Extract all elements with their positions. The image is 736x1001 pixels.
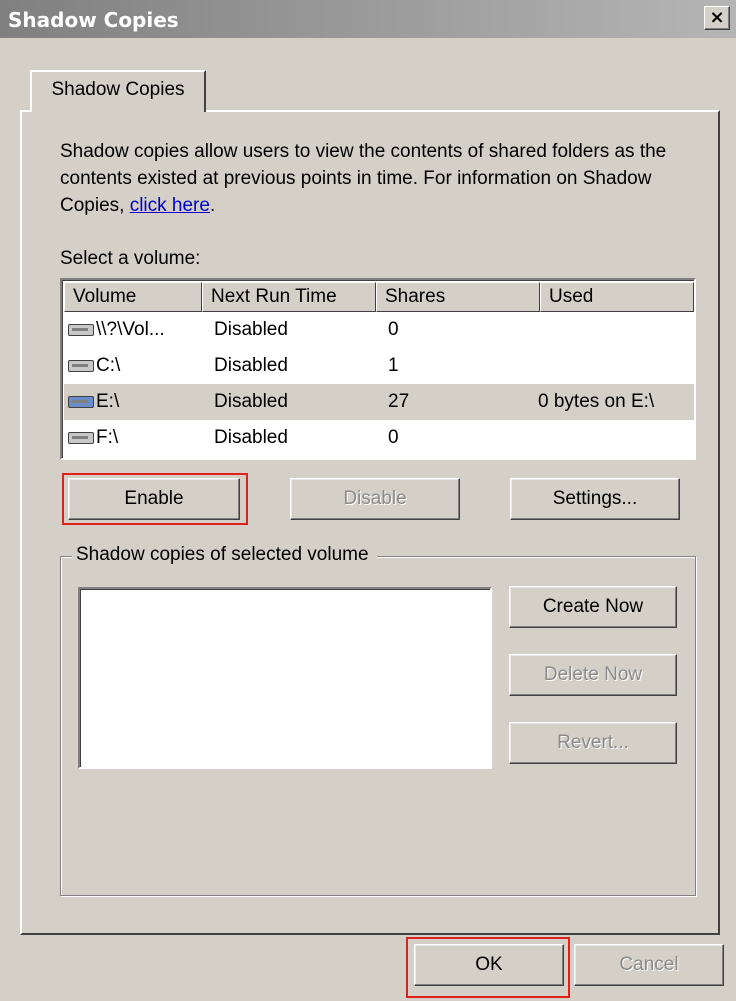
drive-icon [68, 324, 94, 336]
title-bar[interactable]: Shadow Copies × [0, 0, 736, 38]
select-volume-label: Select a volume: [60, 248, 201, 269]
drive-icon [68, 396, 94, 408]
ok-highlight [406, 937, 570, 998]
volume-row[interactable]: \\?\Vol... Disabled 0 [64, 312, 694, 348]
next-run-time: Disabled [214, 319, 288, 340]
shadow-copies-dialog: Shadow Copies × Shadow Copies Shadow cop… [0, 0, 736, 1001]
volume-name: E:\ [96, 391, 120, 412]
enable-highlight [62, 473, 248, 525]
column-header-volume[interactable]: Volume [64, 282, 202, 312]
shares-count: 1 [388, 355, 399, 376]
column-header-shares[interactable]: Shares [376, 282, 540, 312]
delete-now-button[interactable]: Delete Now [509, 654, 677, 696]
description-text: Shadow copies allow users to view the co… [60, 141, 667, 216]
drive-icon [68, 432, 94, 444]
volume-name: C:\ [96, 355, 121, 376]
tab-shadow-copies[interactable]: Shadow Copies [30, 70, 206, 112]
create-now-button[interactable]: Create Now [509, 586, 677, 628]
click-here-link[interactable]: click here [130, 195, 210, 216]
volume-name: \\?\Vol... [96, 319, 165, 340]
revert-button[interactable]: Revert... [509, 722, 677, 764]
shadow-copies-group-label: Shadow copies of selected volume [72, 544, 377, 566]
volume-row[interactable]: F:\ Disabled 0 [64, 420, 694, 456]
volume-name: F:\ [96, 427, 119, 448]
shares-count: 0 [388, 319, 399, 340]
cancel-button[interactable]: Cancel [574, 944, 724, 986]
volume-list[interactable]: Volume Next Run Time Shares Used \\?\Vol… [60, 278, 696, 460]
next-run-time: Disabled [214, 427, 288, 448]
volume-list-header: Volume Next Run Time Shares Used [64, 282, 694, 312]
shares-count: 0 [388, 427, 399, 448]
window-title: Shadow Copies [8, 8, 179, 32]
next-run-time: Disabled [214, 355, 288, 376]
used-space: 0 bytes on E:\ [538, 391, 655, 412]
next-run-time: Disabled [214, 391, 288, 412]
disable-button[interactable]: Disable [290, 478, 460, 520]
column-header-used[interactable]: Used [540, 282, 694, 312]
shares-count: 27 [388, 391, 410, 412]
volume-row-selected[interactable]: E:\ Disabled 27 0 bytes on E:\ [64, 384, 694, 420]
settings-button[interactable]: Settings... [510, 478, 680, 520]
shadow-copies-list[interactable] [78, 587, 492, 769]
drive-icon [68, 360, 94, 372]
close-button[interactable]: × [704, 6, 730, 30]
column-header-next-run-time[interactable]: Next Run Time [202, 282, 376, 312]
volume-row[interactable]: C:\ Disabled 1 [64, 348, 694, 384]
